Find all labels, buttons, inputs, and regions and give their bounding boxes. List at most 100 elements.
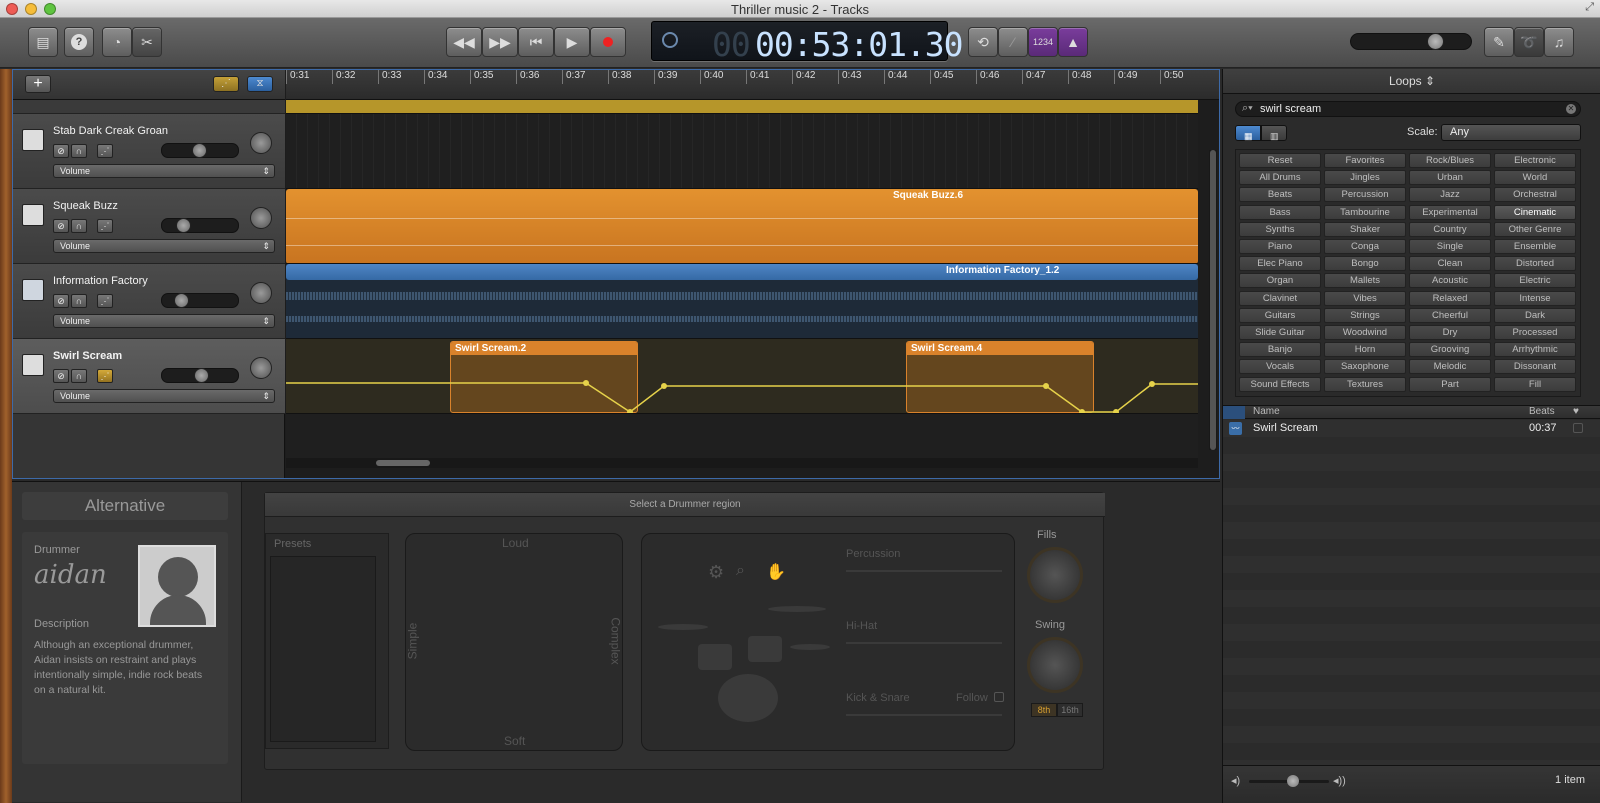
keyword-button[interactable]: Clean <box>1409 256 1491 272</box>
lane-squeak[interactable]: Squeak Buzz.6 <box>286 189 1198 264</box>
keyword-button[interactable]: Part <box>1409 376 1491 392</box>
keyword-button[interactable]: Vocals <box>1239 359 1321 375</box>
ride-cymbal[interactable] <box>790 644 830 650</box>
solo-button[interactable]: ∩ <box>71 219 87 233</box>
keyword-button[interactable]: Elec Piano <box>1239 256 1321 272</box>
favorite-column-icon[interactable]: ♥ <box>1573 406 1579 417</box>
fast-forward-button[interactable]: ▶▶ <box>482 27 518 57</box>
solo-button[interactable]: ∩ <box>71 369 87 383</box>
keyword-button[interactable]: Urban <box>1409 170 1491 186</box>
eighth-button[interactable]: 8th <box>1031 703 1057 717</box>
keyword-button[interactable]: Favorites <box>1324 153 1406 168</box>
keyword-button[interactable]: Electric <box>1494 273 1576 289</box>
keyword-button[interactable]: Clavinet <box>1239 290 1321 306</box>
hand-clap-icon[interactable]: ✋ <box>766 562 786 582</box>
solo-button[interactable]: ∩ <box>71 144 87 158</box>
automation-param-select[interactable]: Volume <box>53 314 275 328</box>
loop-browser-button[interactable]: ➰ <box>1514 27 1544 57</box>
fader-knob[interactable] <box>192 143 207 158</box>
keyword-button[interactable]: Beats <box>1239 187 1321 203</box>
keyword-button[interactable]: Dry <box>1409 325 1491 340</box>
solo-button[interactable]: ∩ <box>71 294 87 308</box>
fader-knob[interactable] <box>194 368 209 383</box>
keyword-button[interactable]: World <box>1494 170 1576 186</box>
keyword-button[interactable]: Melodic <box>1409 359 1491 375</box>
keyword-button[interactable]: Saxophone <box>1324 359 1406 375</box>
volume-automation-curve[interactable] <box>286 339 1198 414</box>
keyword-button[interactable]: Ensemble <box>1494 239 1576 254</box>
track-header-squeak[interactable]: Squeak Buzz ⊘ ∩ ⋰ Volume <box>13 189 285 264</box>
keyword-button[interactable]: Strings <box>1324 307 1406 323</box>
automation-button[interactable]: ⋰ <box>213 76 239 92</box>
help-button[interactable]: ? <box>64 27 94 57</box>
fader-knob[interactable] <box>174 293 189 308</box>
keyword-button[interactable]: Jazz <box>1409 187 1491 203</box>
volume-fader[interactable] <box>161 218 239 233</box>
keyword-button[interactable]: Electronic <box>1494 153 1576 168</box>
mute-button[interactable]: ⊘ <box>53 219 69 233</box>
automation-param-select[interactable]: Volume <box>53 239 275 253</box>
result-row[interactable]: 〰 Swirl Scream 00:37 <box>1223 420 1600 437</box>
horizontal-scrollbar[interactable] <box>286 458 1198 468</box>
hihat-slider[interactable] <box>846 642 1002 644</box>
keyword-button[interactable]: Tambourine <box>1324 204 1406 220</box>
volume-fader[interactable] <box>161 293 239 308</box>
preview-volume-knob[interactable] <box>1287 775 1299 787</box>
keyword-button[interactable]: Distorted <box>1494 256 1576 272</box>
keyword-button[interactable]: Experimental <box>1409 204 1491 220</box>
keyword-button[interactable]: Dissonant <box>1494 359 1576 375</box>
keyword-button[interactable]: Sound Effects <box>1239 376 1321 392</box>
volume-fader[interactable] <box>161 368 239 383</box>
keyword-button[interactable]: Country <box>1409 221 1491 237</box>
lane-stab[interactable] <box>286 114 1198 189</box>
smart-controls-button[interactable]: ◔ <box>102 27 132 57</box>
button-view-toggle[interactable]: ▦ <box>1235 125 1261 141</box>
follow-checkbox[interactable] <box>994 692 1004 702</box>
keyword-button[interactable]: Single <box>1409 239 1491 254</box>
hihat[interactable] <box>658 624 708 630</box>
column-view-toggle[interactable]: ▥ <box>1261 125 1287 141</box>
pan-knob[interactable] <box>250 132 272 154</box>
track-header-swirl[interactable]: Swirl Scream ⊘ ∩ ⋰ Volume <box>13 339 285 414</box>
automation-param-select[interactable]: Volume <box>53 164 275 178</box>
keyword-button[interactable]: Cheerful <box>1409 307 1491 323</box>
keyword-button[interactable]: Arrhythmic <box>1494 342 1576 358</box>
play-button[interactable]: ▶ <box>554 27 590 57</box>
keyword-button[interactable]: Processed <box>1494 325 1576 340</box>
gear-icon[interactable]: ⚙ <box>708 562 724 583</box>
keyword-button[interactable]: Other Genre <box>1494 221 1576 237</box>
keyword-button[interactable]: Jingles <box>1324 170 1406 186</box>
pan-knob[interactable] <box>250 282 272 304</box>
lane-swirl[interactable]: Swirl Scream.2 Swirl Scream.4 <box>286 339 1198 414</box>
preview-volume-slider[interactable] <box>1249 775 1329 787</box>
master-volume-slider[interactable] <box>1350 33 1472 50</box>
keyword-button[interactable]: Intense <box>1494 290 1576 306</box>
mute-button[interactable]: ⊘ <box>53 369 69 383</box>
keyword-button[interactable]: Mallets <box>1324 273 1406 289</box>
track-automation-button[interactable]: ⋰ <box>97 369 113 383</box>
keyword-button[interactable]: Reset <box>1239 153 1321 168</box>
keyword-button[interactable]: Textures <box>1324 376 1406 392</box>
keyword-button[interactable]: All Drums <box>1239 170 1321 186</box>
kick-snare-slider[interactable] <box>846 714 1002 716</box>
timeline-ruler[interactable]: 0:31 0:32 0:33 0:34 0:35 0:36 0:37 0:38 0:39 0:40… <box>286 70 1219 100</box>
keyword-button[interactable]: Rock/Blues <box>1409 153 1491 168</box>
master-volume-knob[interactable] <box>1427 33 1444 50</box>
keyword-button[interactable]: Horn <box>1324 342 1406 358</box>
loops-title[interactable]: Loops ⇕ <box>1223 69 1600 94</box>
cycle-button[interactable]: ⟲ <box>968 27 998 57</box>
notepad-button[interactable]: ✎ <box>1484 27 1514 57</box>
keyword-button[interactable]: Relaxed <box>1409 290 1491 306</box>
keyword-button[interactable]: Vibes <box>1324 290 1406 306</box>
pan-knob[interactable] <box>250 357 272 379</box>
track-automation-button[interactable]: ⋰ <box>97 294 113 308</box>
empty-lane-area[interactable] <box>286 414 1198 458</box>
keyword-button[interactable]: Guitars <box>1239 307 1321 323</box>
lcd-display[interactable]: 00 00:53:01.30 <box>651 21 964 64</box>
metronome-button[interactable]: ▲ <box>1058 27 1088 57</box>
keyword-button[interactable]: Woodwind <box>1324 325 1406 340</box>
keyword-button[interactable]: Slide Guitar <box>1239 325 1321 340</box>
keyword-button[interactable]: Banjo <box>1239 342 1321 358</box>
track-header-stab[interactable]: Stab Dark Creak Groan ⊘ ∩ ⋰ Volume <box>13 114 285 189</box>
keyword-button[interactable]: Dark <box>1494 307 1576 323</box>
